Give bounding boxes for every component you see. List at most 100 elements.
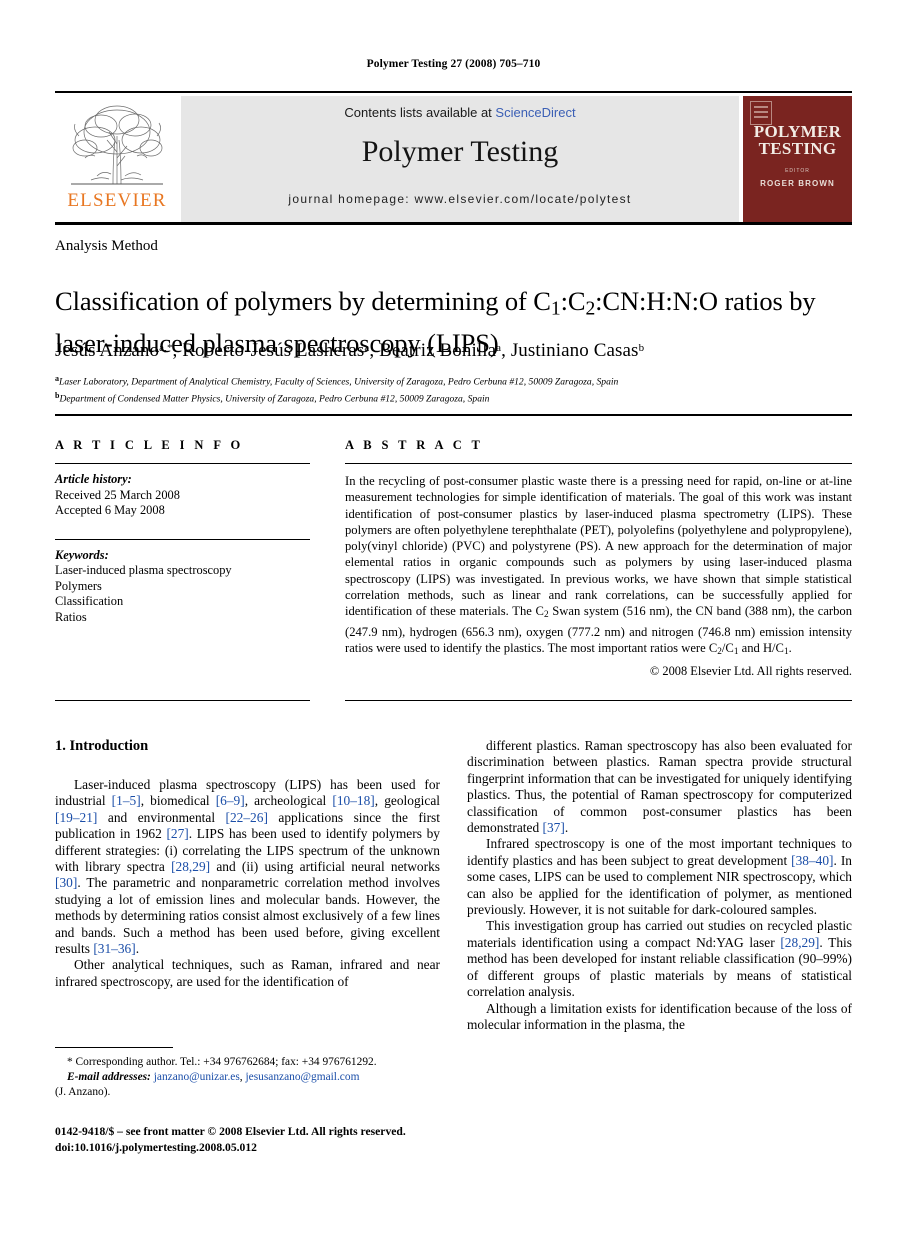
email-owner: (J. Anzano). <box>55 1086 111 1098</box>
text-run: , archeological <box>244 793 333 809</box>
imprint-block: 0142-9418/$ – see front matter © 2008 El… <box>55 1124 455 1155</box>
abstract-text-c: /C <box>721 641 734 656</box>
text-run: and environmental <box>97 809 226 825</box>
article-info-panel: A R T I C L E I N F O Article history: R… <box>55 438 310 625</box>
body-paragraph: Although a limitation exists for identif… <box>467 1000 852 1032</box>
text-run: different plastics. Raman spectroscopy h… <box>467 738 852 836</box>
abstract-rule <box>345 463 852 464</box>
citation-ref[interactable]: [38–40] <box>791 853 833 868</box>
keywords-rule <box>55 538 310 540</box>
header-divider <box>55 414 852 416</box>
author-name[interactable]: Roberto-Jesús Lasheras <box>182 340 364 361</box>
masthead-bottom-rule <box>55 222 852 225</box>
citation-ref[interactable]: [6–9] <box>216 793 245 808</box>
elsevier-tree-icon <box>71 105 163 185</box>
footnote-rule <box>55 1047 173 1048</box>
author-name[interactable]: Beatriz Bonilla <box>379 340 496 361</box>
elsevier-logo: ELSEVIER <box>55 96 179 222</box>
citation-ref[interactable]: [10–18] <box>332 793 374 808</box>
journal-masthead: ELSEVIER Contents lists available at Sci… <box>55 91 852 225</box>
citation-ref[interactable]: [28,29] <box>780 935 819 950</box>
keyword-item: Polymers <box>55 578 102 593</box>
doi-line[interactable]: doi:10.1016/j.polymertesting.2008.05.012 <box>55 1140 455 1156</box>
citation-ref[interactable]: [22–26] <box>226 810 268 825</box>
introduction-heading: 1. Introduction <box>55 738 149 754</box>
abstract-bottom-rule <box>345 700 852 701</box>
body-paragraph: different plastics. Raman spectroscopy h… <box>467 738 852 836</box>
affiliation-text: Department of Condensed Matter Physics, … <box>59 393 490 405</box>
masthead-center-band: Contents lists available at ScienceDirec… <box>181 96 739 222</box>
article-history-block: Article history: Received 25 March 2008 … <box>55 472 310 519</box>
article-received-date: Received 25 March 2008 <box>55 487 180 502</box>
email-label: E-mail addresses: <box>67 1071 151 1083</box>
article-accepted-date: Accepted 6 May 2008 <box>55 503 165 517</box>
abstract-heading: A B S T R A C T <box>345 438 484 452</box>
author-marks: b <box>638 342 645 355</box>
body-column-left: 1. Introduction Laser-induced plasma spe… <box>55 738 440 990</box>
citation-ref[interactable]: [30] <box>55 875 77 890</box>
affiliation-list: aLaser Laboratory, Department of Analyti… <box>55 372 855 406</box>
keyword-item: Ratios <box>55 609 87 624</box>
article-page: Polymer Testing 27 (2008) 705–710 ELSEVI… <box>0 0 907 1238</box>
cover-title: POLYMER TESTING <box>743 123 852 157</box>
article-info-heading: A R T I C L E I N F O <box>55 438 244 452</box>
keyword-item: Laser-induced plasma spectroscopy <box>55 563 232 577</box>
body-paragraph: Laser-induced plasma spectroscopy (LIPS)… <box>55 777 440 957</box>
abstract-body: In the recycling of post-consumer plasti… <box>345 473 852 680</box>
corresponding-author-line: * Corresponding author. Tel.: +34 976762… <box>67 1056 377 1068</box>
abstract-panel: A B S T R A C T In the recycling of post… <box>345 438 852 680</box>
text-run: and (ii) using artificial neural network… <box>210 859 440 875</box>
body-paragraph: Infrared spectroscopy is one of the most… <box>467 836 852 918</box>
citation-ref[interactable]: [27] <box>166 826 188 841</box>
citation-ref[interactable]: [28,29] <box>171 859 210 874</box>
affiliation-text: Laser Laboratory, Department of Analytic… <box>59 376 619 388</box>
article-section-label: Analysis Method <box>55 238 158 254</box>
info-bottom-rule <box>55 700 310 701</box>
citation-ref[interactable]: [1–5] <box>112 793 141 808</box>
journal-cover-thumbnail[interactable]: POLYMER TESTING EDITOR ROGER BROWN <box>743 96 852 222</box>
issn-copyright-line: 0142-9418/$ – see front matter © 2008 El… <box>55 1125 406 1138</box>
author-marks: a <box>496 342 502 355</box>
citation-ref[interactable]: [19–21] <box>55 810 97 825</box>
text-run: , biomedical <box>140 793 216 809</box>
citation-ref[interactable]: [31–36] <box>93 941 135 956</box>
journal-title: Polymer Testing <box>361 135 559 168</box>
email-line: E-mail addresses: janzano@unizar.es, jes… <box>55 1070 440 1085</box>
cover-editor-name: ROGER BROWN <box>760 179 835 188</box>
author-marks: a <box>364 342 370 355</box>
keywords-block: Keywords: Laser-induced plasma spectrosc… <box>55 548 310 626</box>
abstract-text-a: In the recycling of post-consumer plasti… <box>345 474 852 619</box>
text-run: . <box>135 941 140 957</box>
author-name[interactable]: Justiniano Casas <box>511 340 639 361</box>
keyword-item: Classification <box>55 594 124 608</box>
body-paragraph: This investigation group has carried out… <box>467 918 852 1000</box>
abstract-paragraph: In the recycling of post-consumer plasti… <box>345 473 852 660</box>
article-info-rule <box>55 463 310 464</box>
contents-prefix: Contents lists available at <box>344 105 496 120</box>
title-part-2: :C <box>560 285 586 316</box>
email-link-secondary[interactable]: jesusanzano@gmail.com <box>246 1071 360 1083</box>
contents-available-line: Contents lists available at ScienceDirec… <box>181 105 739 120</box>
keywords-label: Keywords: <box>55 547 109 562</box>
sciencedirect-link[interactable]: ScienceDirect <box>495 105 575 120</box>
email-link-primary[interactable]: janzano@unizar.es <box>154 1071 240 1083</box>
citation-ref[interactable]: [37] <box>543 820 565 835</box>
running-head: Polymer Testing 27 (2008) 705–710 <box>366 58 541 70</box>
body-column-right: different plastics. Raman spectroscopy h… <box>467 738 852 1033</box>
author-marks: a,* <box>159 342 173 355</box>
corresponding-author-footnote: * Corresponding author. Tel.: +34 976762… <box>55 1047 440 1100</box>
author-name[interactable]: Jesús Anzano <box>55 340 159 361</box>
article-history-label: Article history: <box>55 472 132 486</box>
body-paragraph: Other analytical techniques, such as Ram… <box>55 957 440 989</box>
author-list: Jesús Anzanoa,*, Roberto-Jesús Lasherasa… <box>55 340 645 361</box>
abstract-text-e: . <box>788 641 792 656</box>
elsevier-wordmark: ELSEVIER <box>67 190 167 211</box>
masthead-top-rule <box>55 91 852 93</box>
affiliation-item: aLaser Laboratory, Department of Analyti… <box>55 372 855 389</box>
abstract-text-d: and H/C <box>738 641 784 656</box>
title-subscript-2: 2 <box>585 298 596 320</box>
journal-homepage-link[interactable]: journal homepage: www.elsevier.com/locat… <box>181 192 739 206</box>
affiliation-item: bDepartment of Condensed Matter Physics,… <box>55 389 855 406</box>
cover-title-line2: TESTING <box>758 139 837 158</box>
text-run: . <box>564 820 569 836</box>
